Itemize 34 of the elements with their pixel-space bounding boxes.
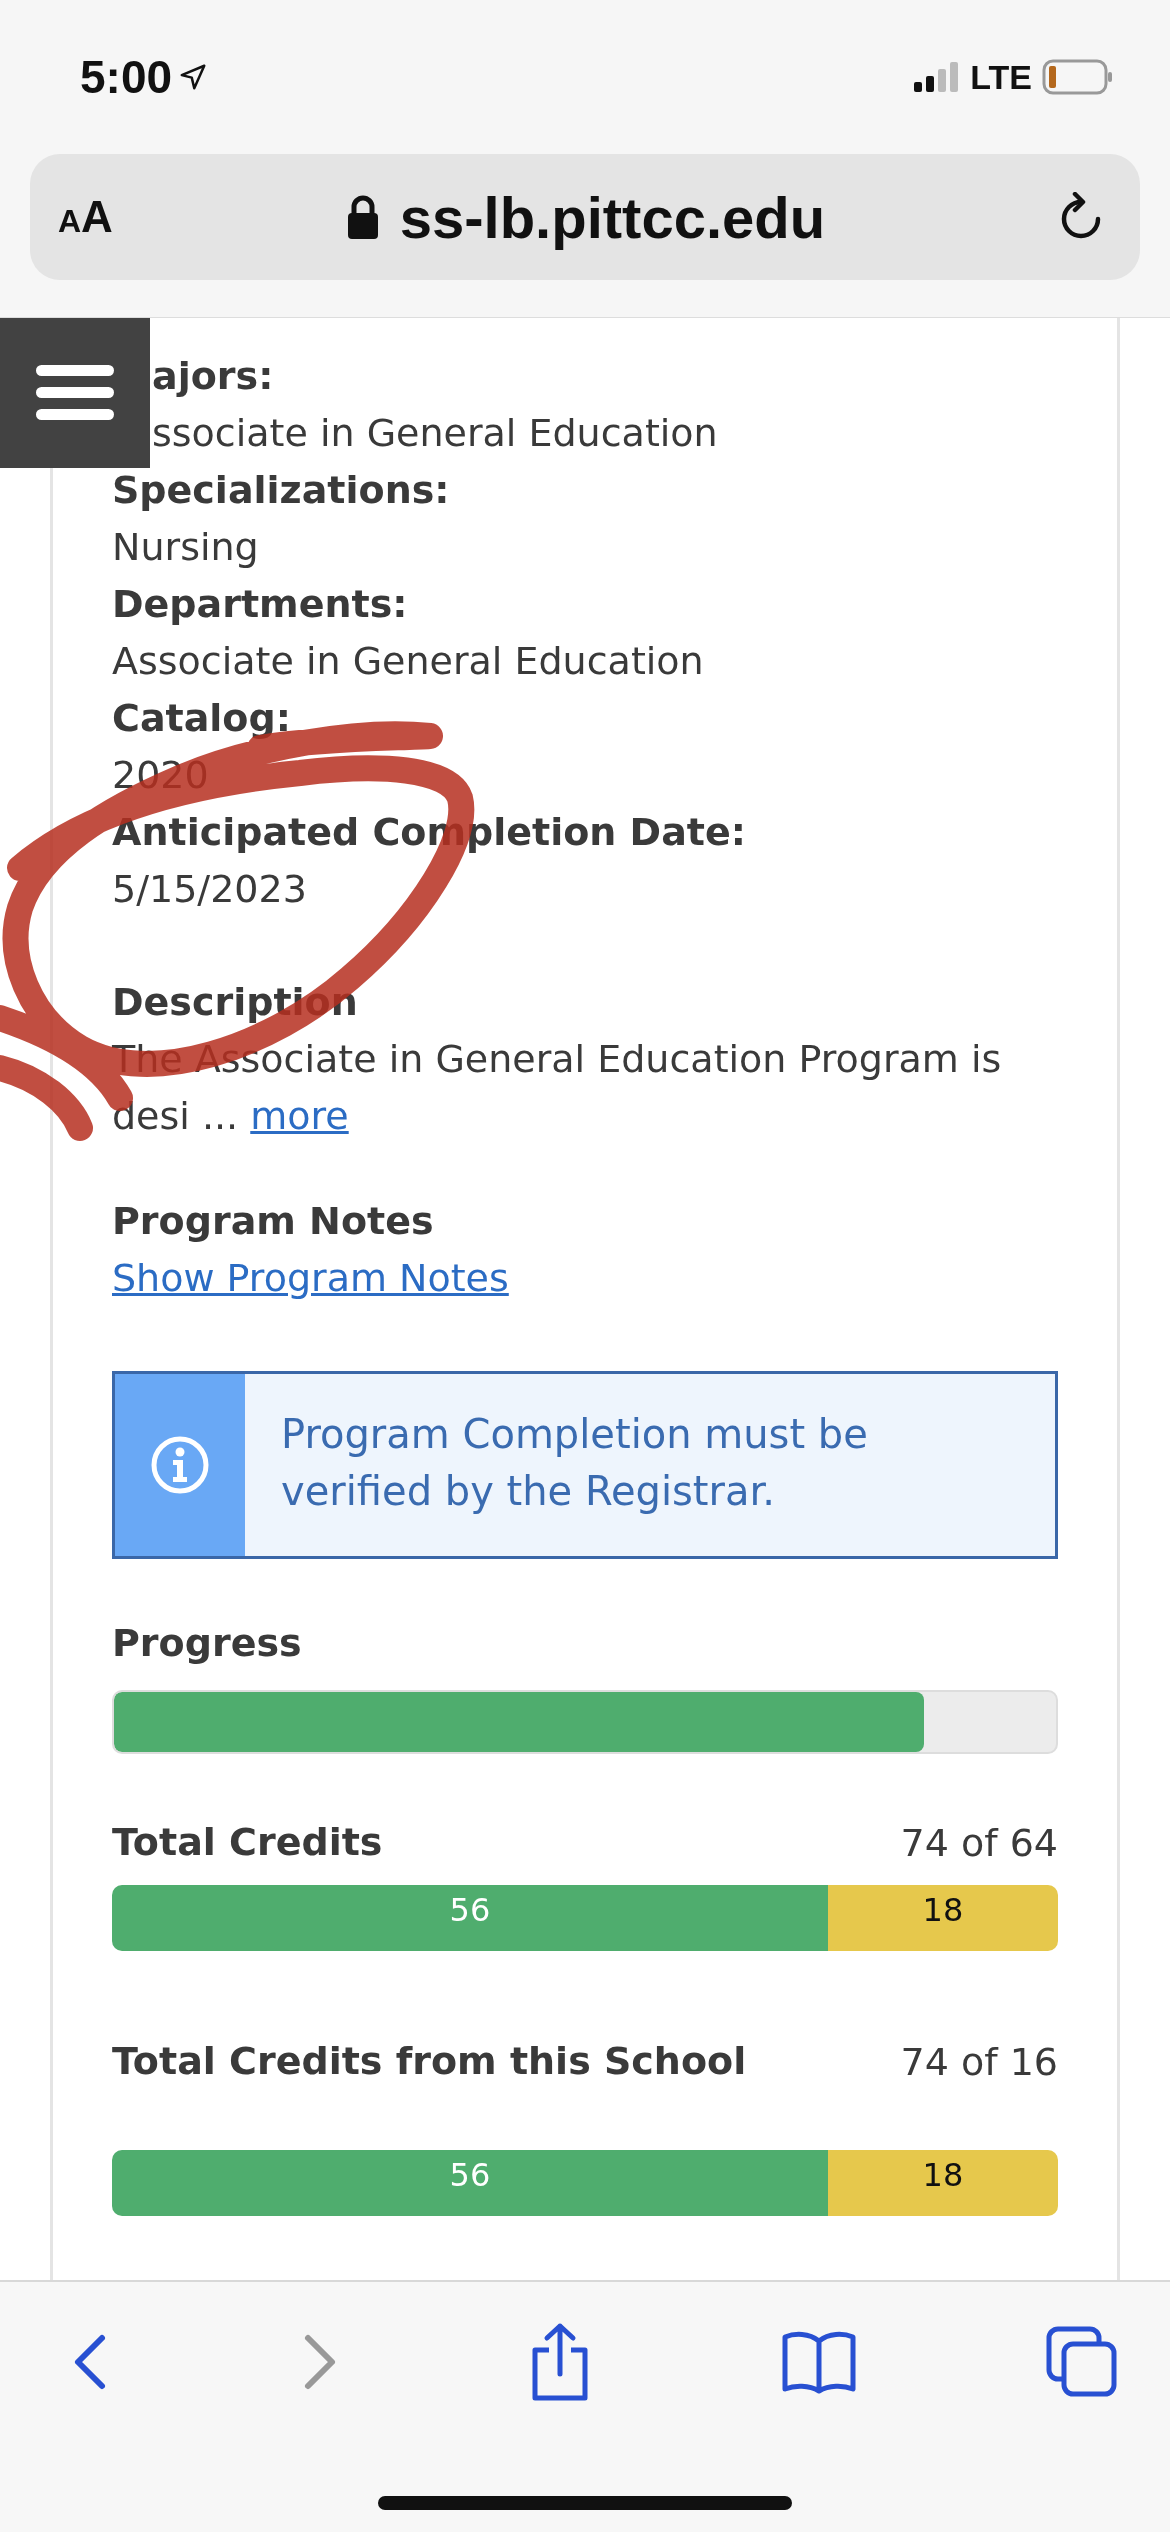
detail-value: ssociate in General Education (151, 410, 719, 457)
credits-label: Total Credits (112, 1819, 383, 1866)
info-icon (150, 1435, 210, 1495)
detail-label: Catalog: (112, 695, 292, 742)
book-icon[interactable] (780, 2329, 857, 2395)
more-link[interactable]: more (250, 1094, 349, 1138)
credit-segment: 56 (112, 2150, 828, 2216)
menu-icon (36, 363, 114, 423)
url-text: ss-lb.pittcc.edu (399, 183, 826, 251)
detail-label: ajors: (151, 353, 275, 400)
detail-value: Nursing (112, 524, 260, 571)
network-label: LTE (970, 57, 1032, 97)
text-size-button[interactable]: AA (58, 192, 113, 242)
credits-label: Total Credits from this School (112, 2038, 747, 2085)
tabs-icon[interactable] (1046, 2326, 1118, 2398)
detail-label: Specializations: (112, 467, 451, 514)
credits-reading: 74 of 16 (900, 2039, 1058, 2084)
credits-reading: 74 of 64 (900, 1820, 1058, 1865)
detail-value: Associate in General Education (112, 638, 705, 685)
credit-segment: 56 (112, 1885, 828, 1951)
address-bar[interactable]: AA ss-lb.pittcc.edu (30, 154, 1140, 280)
battery-icon (1042, 59, 1114, 95)
detail-value: 5/15/2023 (112, 866, 308, 913)
show-notes-link[interactable]: Show Program Notes (112, 1250, 1058, 1307)
status-time: 5:00 (80, 50, 173, 104)
progress-label: Progress (112, 1620, 303, 1667)
credit-segment: 18 (827, 1885, 1058, 1951)
lock-icon (345, 194, 380, 240)
detail-label: Departments: (112, 581, 409, 628)
credit-segment: 18 (827, 2150, 1058, 2216)
program-notes-label: Program Notes (112, 1198, 435, 1245)
notice-text: Program Completion must be verified by the Registrar. (280, 1410, 869, 1516)
signal-icon (912, 60, 961, 94)
menu-button[interactable] (0, 318, 150, 468)
